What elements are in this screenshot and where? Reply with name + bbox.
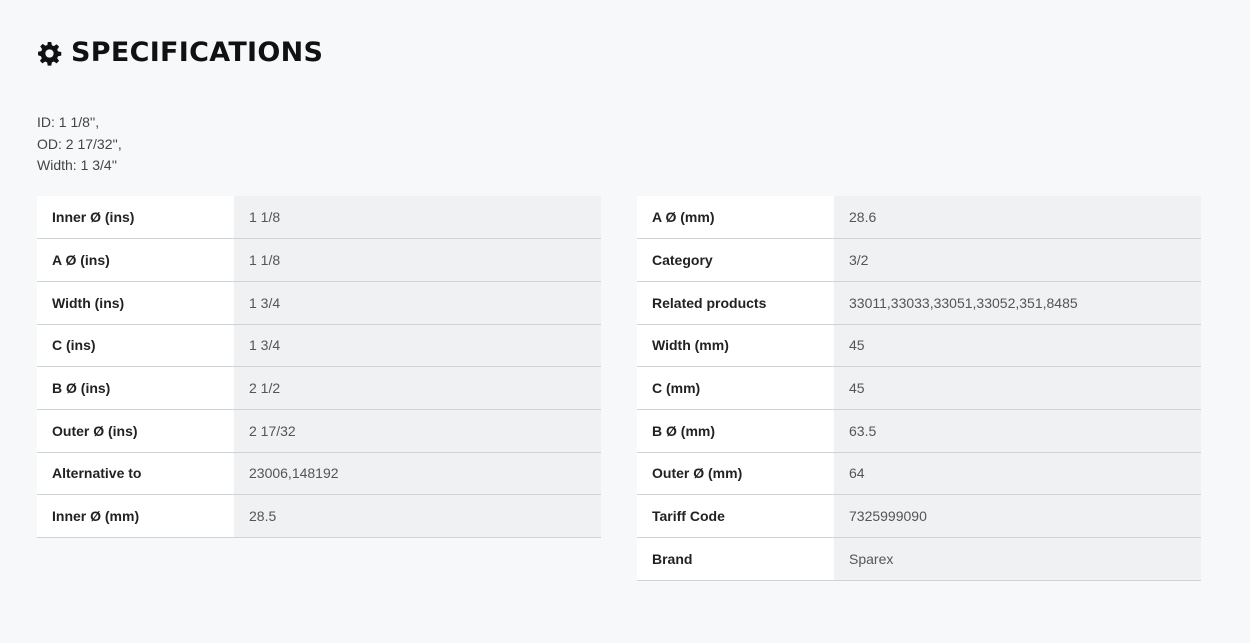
spec-table-left: Inner Ø (ins) 1 1/8 A Ø (ins) 1 1/8 Width (i…: [37, 196, 601, 538]
spec-value: 63.5: [834, 409, 1201, 453]
spec-label: C (mm): [637, 366, 834, 410]
section-heading: SPECIFICATIONS: [37, 36, 323, 70]
spec-row: B Ø (ins) 2 1/2: [37, 366, 601, 410]
spec-label: A Ø (ins): [37, 238, 234, 282]
spec-row: Outer Ø (mm) 64: [637, 452, 1201, 496]
spec-value: 2 1/2: [234, 366, 601, 410]
spec-row: C (mm) 45: [637, 366, 1201, 410]
dimension-summary: ID: 1 1/8'', OD: 2 17/32'', Width: 1 3/4…: [37, 112, 122, 177]
spec-value: 1 1/8: [234, 196, 601, 240]
spec-label: B Ø (ins): [37, 366, 234, 410]
spec-label: Alternative to: [37, 452, 234, 496]
spec-value: 33011,33033,33051,33052,351,8485: [834, 281, 1201, 325]
summary-od: OD: 2 17/32'',: [37, 135, 122, 152]
summary-id: ID: 1 1/8'',: [37, 114, 100, 130]
spec-value: 28.6: [834, 196, 1201, 240]
spec-row: Inner Ø (ins) 1 1/8: [37, 196, 601, 240]
spec-label: Category: [637, 238, 834, 282]
spec-label: B Ø (mm): [637, 409, 834, 453]
spec-value: 45: [834, 366, 1201, 410]
spec-row: Tariff Code 7325999090: [637, 494, 1201, 538]
spec-label: Width (mm): [637, 324, 834, 368]
gear-icon: [38, 41, 62, 66]
spec-row: Outer Ø (ins) 2 17/32: [37, 409, 601, 453]
spec-row: Brand Sparex: [637, 537, 1201, 581]
spec-row: A Ø (ins) 1 1/8: [37, 238, 601, 282]
spec-value: 1 1/8: [234, 238, 601, 282]
spec-label: Inner Ø (mm): [37, 494, 234, 538]
spec-value: 3/2: [834, 238, 1201, 282]
spec-label: Related products: [637, 281, 834, 325]
spec-value: 45: [834, 324, 1201, 368]
specifications-page: SPECIFICATIONS ID: 1 1/8'', OD: 2 17/32'…: [0, 0, 1250, 643]
spec-label: Width (ins): [37, 281, 234, 325]
spec-label: Tariff Code: [637, 494, 834, 538]
spec-value: 1 3/4: [234, 324, 601, 368]
spec-label: Inner Ø (ins): [37, 196, 234, 240]
spec-value: 28.5: [234, 494, 601, 538]
spec-row: Alternative to 23006,148192: [37, 452, 601, 496]
spec-row: C (ins) 1 3/4: [37, 324, 601, 368]
spec-row: Category 3/2: [637, 238, 1201, 282]
spec-label: Outer Ø (ins): [37, 409, 234, 453]
spec-value: 2 17/32: [234, 409, 601, 453]
spec-label: Outer Ø (mm): [637, 452, 834, 496]
spec-value: 7325999090: [834, 494, 1201, 538]
spec-row: Width (ins) 1 3/4: [37, 281, 601, 325]
spec-value: 1 3/4: [234, 281, 601, 325]
spec-value: 23006,148192: [234, 452, 601, 496]
spec-label: A Ø (mm): [637, 196, 834, 240]
spec-row: B Ø (mm) 63.5: [637, 409, 1201, 453]
spec-label: Brand: [637, 537, 834, 581]
spec-label: C (ins): [37, 324, 234, 368]
spec-row: A Ø (mm) 28.6: [637, 196, 1201, 240]
spec-row: Related products 33011,33033,33051,33052,…: [637, 281, 1201, 325]
spec-row: Inner Ø (mm) 28.5: [37, 494, 601, 538]
spec-value: 64: [834, 452, 1201, 496]
summary-width: Width: 1 3/4'': [37, 157, 118, 173]
page-title: SPECIFICATIONS: [71, 37, 324, 68]
spec-row: Width (mm) 45: [637, 324, 1201, 368]
spec-table-right: A Ø (mm) 28.6 Category 3/2 Related products 3…: [637, 196, 1201, 581]
spec-value: Sparex: [834, 537, 1201, 581]
